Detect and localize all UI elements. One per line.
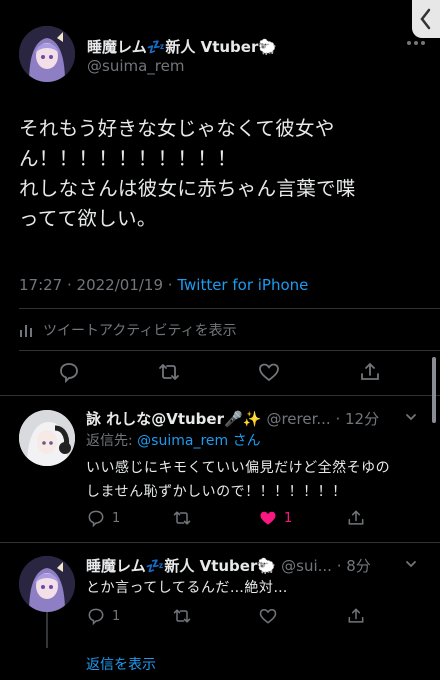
avatar-character-image [19, 410, 75, 466]
analytics-icon [19, 322, 35, 338]
reply-display-name[interactable]: 詠 れしな@Vtuber🎤✨ [86, 410, 261, 428]
like-icon[interactable] [258, 606, 278, 626]
tweet-line: ってて欲しい。 [19, 207, 157, 230]
reply-more-chevron-icon[interactable] [404, 410, 418, 424]
tweet-line: ん！！！！！！！！！！ [19, 147, 237, 170]
show-replies-link[interactable]: 返信を表示 [86, 654, 156, 674]
reply-text: とか言ってしてるんだ…絶対… [86, 576, 431, 600]
reply-reply-button[interactable]: 1 [86, 508, 120, 528]
reply-age[interactable]: 12分 [345, 410, 379, 428]
reply-count: 1 [112, 608, 121, 624]
retweet-icon[interactable] [157, 360, 181, 384]
reply-line: いい感じにキモくていい偏見だけど全然そゆの [86, 460, 391, 476]
avatar-character-image [19, 556, 75, 612]
reply-line: しません恥ずかしいので！！！！！！！ [86, 484, 347, 500]
share-icon[interactable] [346, 606, 366, 626]
side-panel-handle[interactable] [412, 0, 440, 38]
main-handle[interactable]: @suima_rem [87, 57, 184, 75]
tweet-line: れしなさんは彼女に赤ちゃん言葉で喋 [19, 177, 356, 200]
reply-header: 睡魔レム💤新人 Vtuber🐑 @sui... · 8分 [86, 557, 371, 575]
tweet-date[interactable]: 2022/01/19 [77, 276, 163, 294]
reply-avatar[interactable] [19, 556, 75, 612]
retweet-icon[interactable] [172, 508, 192, 528]
reply-icon [88, 608, 104, 626]
reply-header: 詠 れしな@Vtuber🎤✨ @rerer... · 12分 [86, 410, 380, 428]
reply-icon [88, 510, 104, 528]
reply-to-line: 返信先: @suima_rem さん [86, 430, 261, 450]
reply-display-name[interactable]: 睡魔レム💤新人 Vtuber🐑 [86, 557, 276, 575]
timestamp-row: 17:27 · 2022/01/19 · Twitter for iPhone [19, 276, 309, 294]
scrollbar-thumb[interactable] [432, 357, 436, 423]
reply-more-chevron-icon[interactable] [404, 557, 418, 571]
reply-to-suffix: さん [232, 433, 261, 449]
avatar-character-image [19, 26, 75, 82]
thread-line [46, 612, 48, 648]
chevron-left-icon [420, 8, 431, 30]
reply-avatar[interactable] [19, 410, 75, 466]
divider [0, 542, 440, 543]
reply-line: とか言ってしてるんだ…絶対… [86, 580, 288, 596]
reply-to-handle[interactable]: @suima_rem [137, 433, 228, 449]
retweet-icon[interactable] [172, 606, 192, 626]
reply-text: いい感じにキモくていい偏見だけど全然そゆの しません恥ずかしいので！！！！！！！ [86, 456, 431, 504]
like-icon[interactable] [257, 360, 281, 384]
reply-age[interactable]: 8分 [346, 557, 371, 575]
share-icon[interactable] [346, 508, 366, 528]
reply-handle[interactable]: @sui... [281, 557, 332, 575]
main-tweet-text: それもう好きな女じゃなくて彼女や ん！！！！！！！！！！ れしなさんは彼女に赤ち… [19, 114, 424, 234]
reply-like-button[interactable]: 1 [258, 508, 292, 528]
tweet-source[interactable]: Twitter for iPhone [177, 276, 308, 294]
more-options-icon[interactable] [406, 40, 426, 46]
reply-to-prefix: 返信先: [86, 433, 138, 449]
reply-count: 1 [112, 510, 121, 526]
reply-icon[interactable] [57, 360, 81, 384]
tweet-time[interactable]: 17:27 [19, 276, 62, 294]
main-avatar[interactable] [19, 26, 75, 82]
tweet-activity-link[interactable]: ツイートアクティビティを表示 [19, 320, 237, 340]
tweet-line: それもう好きな女じゃなくて彼女や [19, 117, 335, 140]
divider [19, 350, 440, 351]
activity-label: ツイートアクティビティを表示 [43, 323, 237, 339]
divider [0, 395, 440, 396]
divider [19, 308, 440, 309]
main-display-name[interactable]: 睡魔レム💤新人 Vtuber🐑 [87, 36, 277, 57]
reply-reply-button[interactable]: 1 [86, 606, 120, 626]
like-count: 1 [284, 510, 293, 526]
reply-handle[interactable]: @rerer... [266, 410, 330, 428]
like-filled-icon [260, 511, 276, 525]
share-icon[interactable] [358, 360, 382, 384]
